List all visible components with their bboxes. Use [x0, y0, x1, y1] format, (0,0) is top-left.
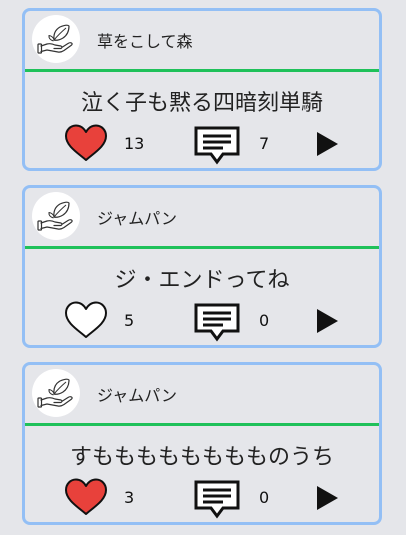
comment-count: 0: [259, 311, 270, 330]
comment-icon: [194, 480, 240, 519]
post-text: ジ・エンドってね: [114, 268, 290, 293]
post-text: すもももももももものうち: [69, 445, 334, 470]
post-actions: 5 0: [25, 300, 379, 344]
comment-button[interactable]: [193, 302, 241, 342]
like-button[interactable]: [63, 300, 109, 340]
post-card: ジャムパン すもももももももものうち 3 0: [22, 362, 382, 525]
play-icon: [317, 132, 338, 156]
hand-leaf-icon: [37, 24, 73, 54]
play-button[interactable]: [315, 485, 339, 511]
heart-outline-icon: [65, 301, 107, 338]
comment-icon: [194, 303, 240, 342]
comment-button[interactable]: [193, 125, 241, 165]
comment-count: 0: [259, 488, 270, 507]
post-header: ジャムパン: [25, 188, 379, 245]
username[interactable]: ジャムパン: [97, 205, 177, 229]
like-button[interactable]: [63, 123, 109, 163]
post-card: 草をこして森 泣く子も黙る四暗刻単騎 13 7: [22, 8, 382, 171]
avatar[interactable]: [32, 15, 80, 63]
play-button[interactable]: [315, 131, 339, 157]
hand-leaf-icon: [37, 201, 73, 231]
post-text: 泣く子も黙る四暗刻単騎: [80, 91, 323, 116]
username[interactable]: ジャムパン: [97, 382, 177, 406]
heart-filled-icon: [65, 478, 107, 515]
play-icon: [317, 486, 338, 510]
header-divider: [25, 246, 379, 249]
like-count: 3: [124, 488, 135, 507]
post-card: ジャムパン ジ・エンドってね 5 0: [22, 185, 382, 348]
like-count: 13: [124, 134, 145, 153]
heart-filled-icon: [65, 124, 107, 161]
post-header: 草をこして森: [25, 11, 379, 68]
header-divider: [25, 423, 379, 426]
post-actions: 13 7: [25, 123, 379, 167]
comment-button[interactable]: [193, 479, 241, 519]
play-icon: [317, 309, 338, 333]
avatar[interactable]: [32, 192, 80, 240]
comment-count: 7: [259, 134, 270, 153]
post-actions: 3 0: [25, 477, 379, 521]
comment-icon: [194, 126, 240, 165]
like-button[interactable]: [63, 477, 109, 517]
post-header: ジャムパン: [25, 365, 379, 422]
username[interactable]: 草をこして森: [97, 28, 193, 52]
hand-leaf-icon: [37, 378, 73, 408]
like-count: 5: [124, 311, 135, 330]
play-button[interactable]: [315, 308, 339, 334]
header-divider: [25, 69, 379, 72]
avatar[interactable]: [32, 369, 80, 417]
